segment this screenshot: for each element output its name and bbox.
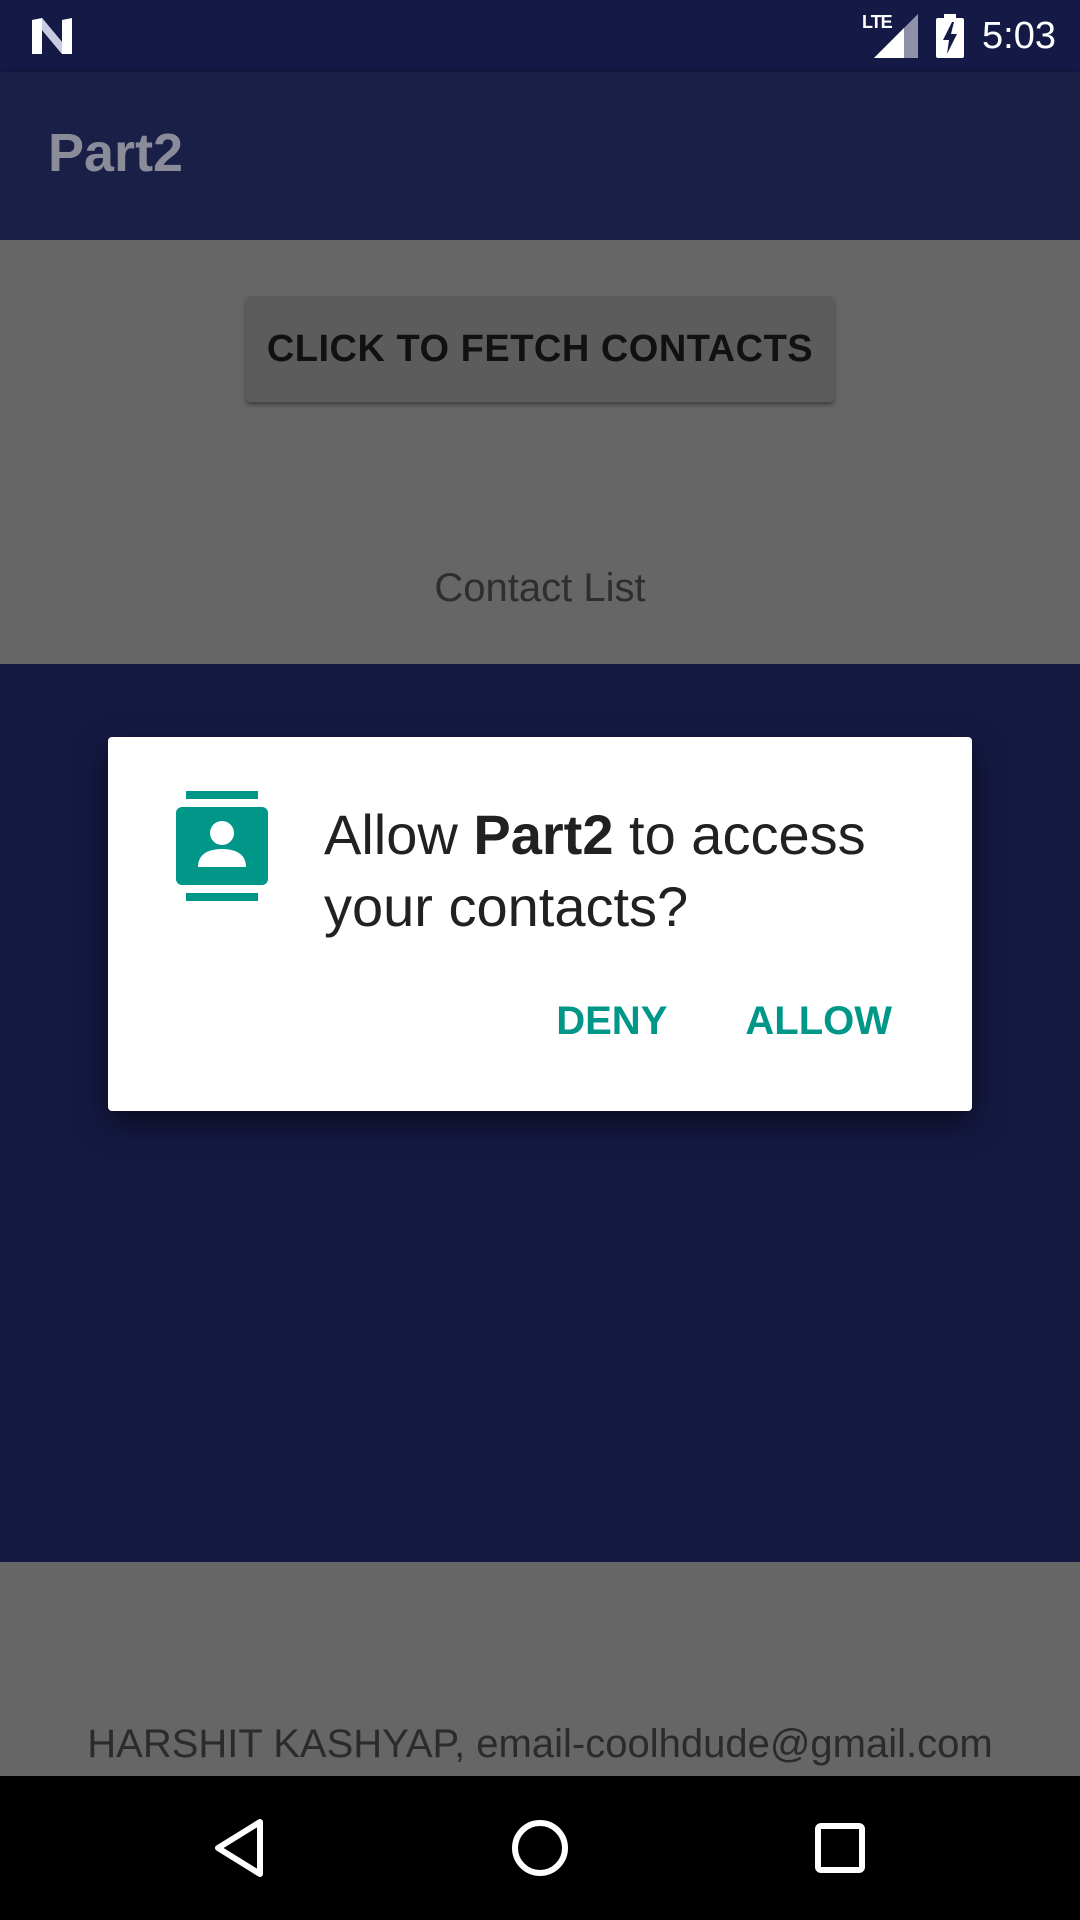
footer-credit: HARSHIT KASHYAP, email-coolhdude@gmail.c…	[87, 1722, 993, 1766]
home-icon[interactable]	[504, 1812, 576, 1884]
contact-list-label: Contact List	[434, 566, 646, 610]
fetch-contacts-button[interactable]: CLICK TO FETCH CONTACTS	[246, 296, 834, 402]
contacts-icon	[176, 791, 268, 901]
dialog-app-name: Part2	[473, 803, 614, 866]
app-bar: Part2	[0, 72, 1080, 240]
battery-charging-icon	[936, 14, 965, 58]
signal-icon	[874, 14, 919, 58]
deny-button[interactable]: DENY	[556, 999, 667, 1044]
footer: HARSHIT KASHYAP, email-coolhdude@gmail.c…	[0, 1562, 1080, 1776]
status-bar: LTE 5:03	[0, 0, 1080, 72]
n-notification-icon	[32, 18, 72, 54]
dialog-actions: DENY ALLOW	[556, 999, 892, 1044]
navigation-bar	[0, 1776, 1080, 1920]
app-title: Part2	[48, 123, 184, 183]
status-time: 5:03	[982, 14, 1056, 57]
content-area: CLICK TO FETCH CONTACTS Contact List	[0, 240, 1080, 664]
back-icon[interactable]	[204, 1812, 276, 1884]
dialog-message-prefix: Allow	[324, 803, 474, 866]
permission-dialog: Allow Part2 to access your contacts? DEN…	[108, 737, 972, 1111]
dialog-message: Allow Part2 to access your contacts?	[324, 799, 934, 943]
status-icons: LTE 5:03	[862, 0, 1056, 72]
allow-button[interactable]: ALLOW	[745, 999, 892, 1044]
lte-signal: LTE	[862, 12, 919, 58]
screen: LTE 5:03 Part2 CLICK TO FETCH CONTACTS C…	[0, 0, 1080, 1920]
recents-icon[interactable]	[804, 1812, 876, 1884]
